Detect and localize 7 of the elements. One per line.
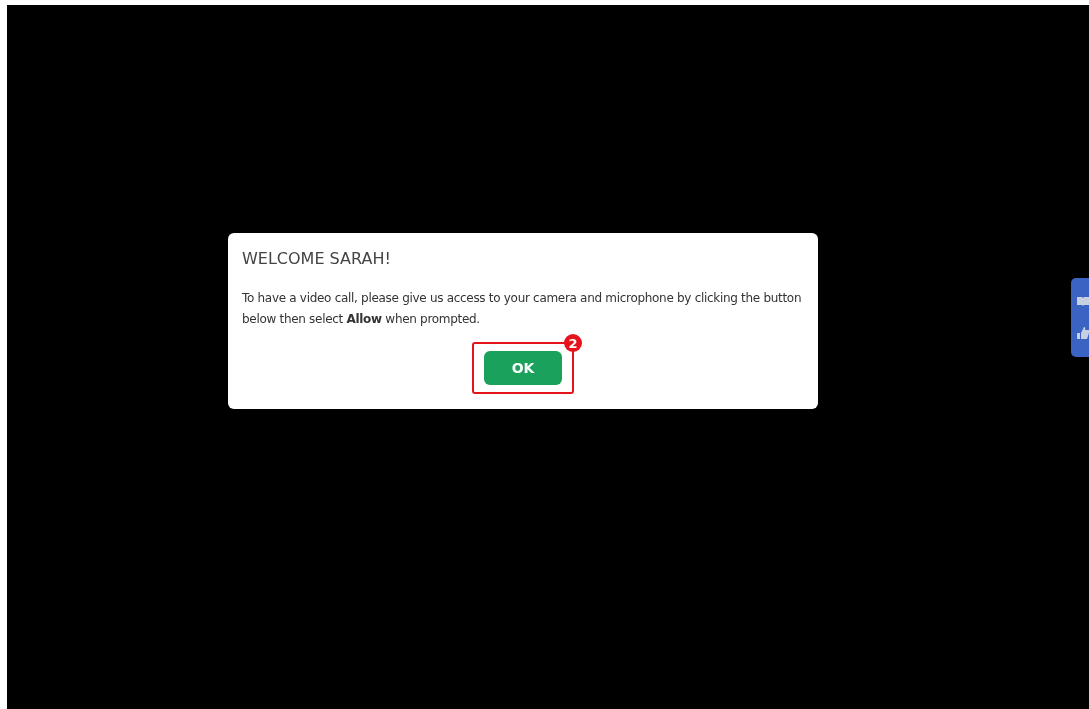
step-badge: 2 (564, 334, 582, 352)
dialog-title: WELCOME SARAH! (242, 249, 392, 268)
book-icon (1077, 296, 1089, 307)
side-tab[interactable] (1071, 278, 1089, 357)
dialog-message: To have a video call, please give us access to your camera and microphone by clicking the button below then select Allow when prompted. (242, 290, 803, 328)
ok-button[interactable]: OK (484, 351, 562, 385)
thumbs-up-icon (1077, 326, 1089, 339)
